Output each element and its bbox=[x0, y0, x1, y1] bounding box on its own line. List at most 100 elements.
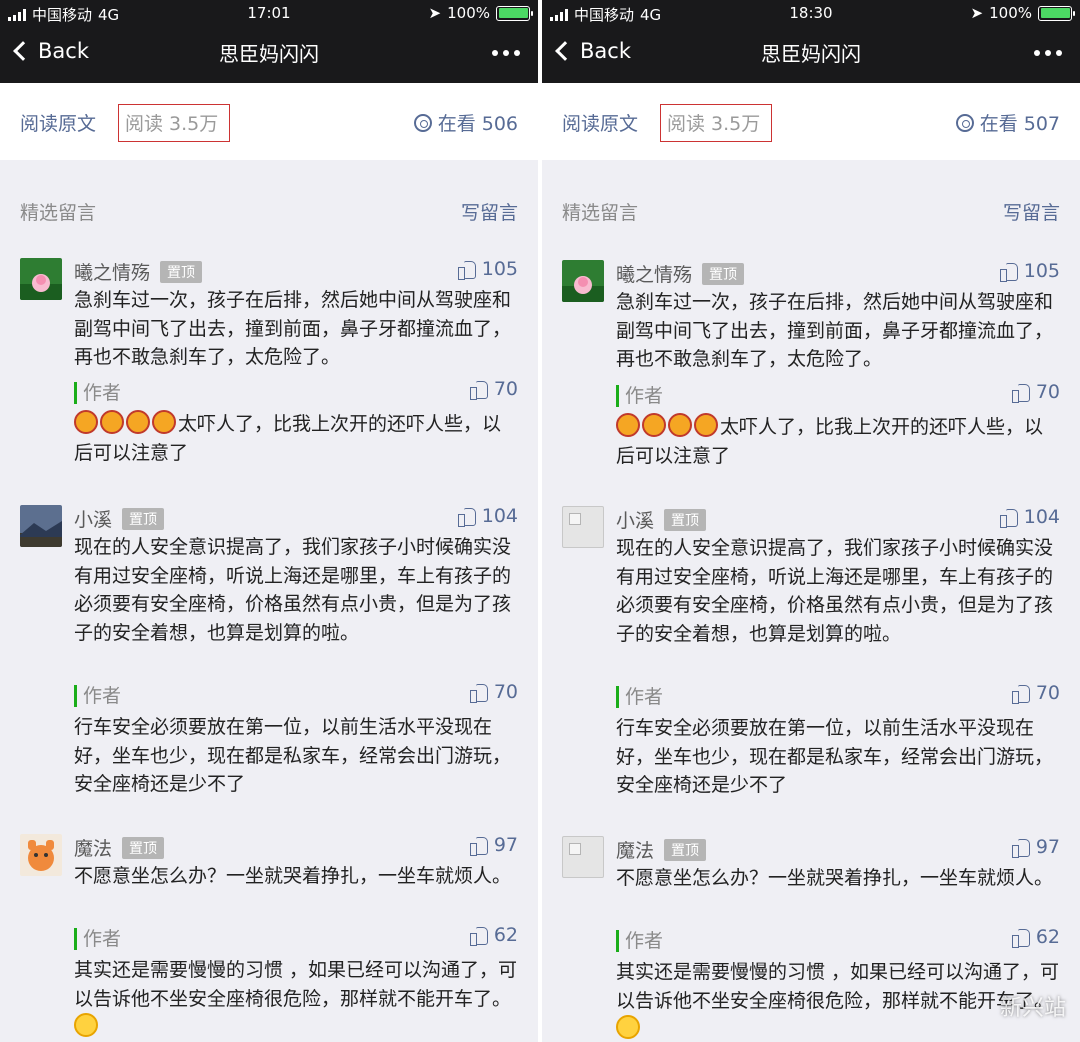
flower-icon bbox=[413, 113, 432, 132]
reply-like-button[interactable]: 62 bbox=[469, 924, 518, 946]
angry-face-icon bbox=[642, 413, 666, 437]
thumbs-up-icon bbox=[469, 683, 488, 703]
read-count: 阅读 3.5万 bbox=[118, 104, 230, 142]
thumbs-up-icon bbox=[469, 836, 488, 856]
battery-percent: 100% bbox=[447, 4, 490, 22]
reply-like-count: 70 bbox=[1035, 381, 1060, 403]
reply-like-button[interactable]: 62 bbox=[1011, 926, 1060, 948]
commenter-name-text: 魔法 bbox=[616, 840, 655, 862]
read-bar: 阅读原文 阅读 3.5万 在看 506 bbox=[0, 83, 538, 160]
like-button[interactable]: 104 bbox=[457, 505, 518, 527]
battery-percent: 100% bbox=[989, 4, 1032, 22]
angry-face-icon bbox=[100, 410, 124, 434]
status-right: ➤ 100% bbox=[970, 4, 1075, 22]
reply-author: 作者 bbox=[74, 928, 538, 950]
screenshot-panel-left: 中国移动 4G 17:01 ➤ 100% Back 思臣妈闪闪 阅读原文 阅读 … bbox=[0, 0, 538, 1042]
avatar bbox=[562, 506, 604, 548]
angry-face-icon bbox=[668, 413, 692, 437]
read-count: 阅读 3.5万 bbox=[660, 104, 772, 142]
smile-face-icon bbox=[74, 1013, 98, 1038]
looking-button[interactable]: 在看 506 bbox=[413, 109, 518, 136]
author-reply: 作者 62 其实还是需要慢慢的习惯 ，如果已经可以沟通了，可以告诉他不坐安全座椅… bbox=[616, 926, 1080, 1042]
like-button[interactable]: 105 bbox=[999, 260, 1060, 282]
location-icon: ➤ bbox=[970, 4, 984, 22]
pinned-badge: 置顶 bbox=[664, 838, 707, 861]
author-reply: 作者 70 行车安全必须要放在第一位，以前生活水平没现在好，坐车也少，现在都是私… bbox=[74, 681, 538, 799]
page-title: 思臣妈闪闪 bbox=[761, 42, 861, 66]
comments-header: 精选留言 写留言 bbox=[542, 198, 1080, 226]
like-button[interactable]: 104 bbox=[999, 506, 1060, 528]
thumbs-up-icon bbox=[457, 507, 476, 527]
reply-author: 作者 bbox=[616, 930, 1080, 952]
featured-comments-label: 精选留言 bbox=[562, 202, 639, 224]
pinned-badge: 置顶 bbox=[122, 507, 165, 530]
thumbs-up-icon bbox=[999, 262, 1018, 282]
battery-icon bbox=[1038, 5, 1075, 21]
like-button[interactable]: 97 bbox=[1011, 836, 1060, 858]
author-reply: 作者 70 太吓人了，比我上次开的还吓人些，以后可以注意了 bbox=[616, 381, 1080, 470]
like-count: 105 bbox=[1023, 260, 1060, 282]
write-comment-link[interactable]: 写留言 bbox=[1003, 198, 1060, 225]
author-reply: 作者 70 太吓人了，比我上次开的还吓人些，以后可以注意了 bbox=[74, 378, 538, 467]
reply-like-button[interactable]: 70 bbox=[469, 378, 518, 400]
reply-like-button[interactable]: 70 bbox=[1011, 682, 1060, 704]
avatar bbox=[562, 260, 604, 302]
write-comment-link[interactable]: 写留言 bbox=[461, 198, 518, 225]
comment-text: 急刹车过一次，孩子在后排，然后她中间从驾驶座和副驾中间飞了出去，撞到前面，鼻子牙… bbox=[616, 291, 1054, 371]
avatar bbox=[20, 505, 62, 547]
reply-like-button[interactable]: 70 bbox=[469, 681, 518, 703]
like-button[interactable]: 105 bbox=[457, 258, 518, 280]
location-icon: ➤ bbox=[428, 4, 442, 22]
status-bar: 中国移动 4G 18:30 ➤ 100% bbox=[542, 0, 1080, 26]
reply-like-count: 62 bbox=[493, 924, 518, 946]
angry-face-icon bbox=[126, 410, 150, 434]
angry-face-icon bbox=[694, 413, 718, 437]
commenter-name-text: 小溪 bbox=[616, 510, 655, 532]
nav-bar: Back 思臣妈闪闪 bbox=[542, 28, 1080, 80]
comment-text: 现在的人安全意识提高了，我们家孩子小时候确实没有用过安全座椅，听说上海还是哪里，… bbox=[74, 536, 512, 644]
looking-count: 在看 506 bbox=[437, 113, 518, 135]
like-count: 97 bbox=[493, 834, 518, 856]
avatar bbox=[562, 836, 604, 878]
top-bar: 中国移动 4G 18:30 ➤ 100% Back 思臣妈闪闪 bbox=[542, 0, 1080, 83]
commenter-name: 小溪 置顶 bbox=[74, 505, 165, 532]
looking-count: 在看 507 bbox=[979, 113, 1060, 135]
pinned-badge: 置顶 bbox=[122, 836, 165, 859]
avatar bbox=[20, 258, 62, 300]
page-title: 思臣妈闪闪 bbox=[219, 42, 319, 66]
like-count: 105 bbox=[481, 258, 518, 280]
commenter-name-text: 小溪 bbox=[74, 509, 113, 531]
reply-like-button[interactable]: 70 bbox=[1011, 381, 1060, 403]
commenter-name-text: 曦之情殇 bbox=[616, 264, 693, 286]
featured-comments-label: 精选留言 bbox=[20, 202, 97, 224]
looking-button[interactable]: 在看 507 bbox=[955, 109, 1060, 136]
commenter-name-text: 曦之情殇 bbox=[74, 262, 151, 284]
thumbs-up-icon bbox=[469, 926, 488, 946]
read-bar: 阅读原文 阅读 3.5万 在看 507 bbox=[542, 83, 1080, 160]
reply-like-count: 70 bbox=[493, 681, 518, 703]
watermark: 新兴站 bbox=[999, 996, 1066, 1021]
reply-like-count: 70 bbox=[1035, 682, 1060, 704]
thumbs-up-icon bbox=[1011, 684, 1030, 704]
commenter-name-text: 魔法 bbox=[74, 838, 113, 860]
angry-face-icon bbox=[74, 410, 98, 434]
flower-icon bbox=[955, 113, 974, 132]
author-reply: 作者 62 其实还是需要慢慢的习惯 ，如果已经可以沟通了，可以告诉他不坐安全座椅… bbox=[74, 924, 538, 1042]
battery-icon bbox=[496, 5, 533, 21]
like-count: 104 bbox=[1023, 506, 1060, 528]
like-button[interactable]: 97 bbox=[469, 834, 518, 856]
read-original-link[interactable]: 阅读原文 bbox=[562, 109, 638, 136]
more-icon[interactable] bbox=[1034, 50, 1062, 56]
thumbs-up-icon bbox=[1011, 928, 1030, 948]
nav-bar: Back 思臣妈闪闪 bbox=[0, 28, 538, 80]
pinned-badge: 置顶 bbox=[664, 508, 707, 531]
reply-text-body: 其实还是需要慢慢的习惯 ，如果已经可以沟通了，可以告诉他不坐安全座椅很危险，那样… bbox=[74, 959, 518, 1010]
status-bar: 中国移动 4G 17:01 ➤ 100% bbox=[0, 0, 538, 26]
reply-text: 太吓人了，比我上次开的还吓人些，以后可以注意了 bbox=[616, 413, 1080, 470]
comments-header: 精选留言 写留言 bbox=[0, 198, 538, 226]
commenter-name: 曦之情殇 置顶 bbox=[74, 258, 203, 285]
read-original-link[interactable]: 阅读原文 bbox=[20, 109, 96, 136]
like-count: 97 bbox=[1035, 836, 1060, 858]
top-bar: 中国移动 4G 17:01 ➤ 100% Back 思臣妈闪闪 bbox=[0, 0, 538, 83]
more-icon[interactable] bbox=[492, 50, 520, 56]
